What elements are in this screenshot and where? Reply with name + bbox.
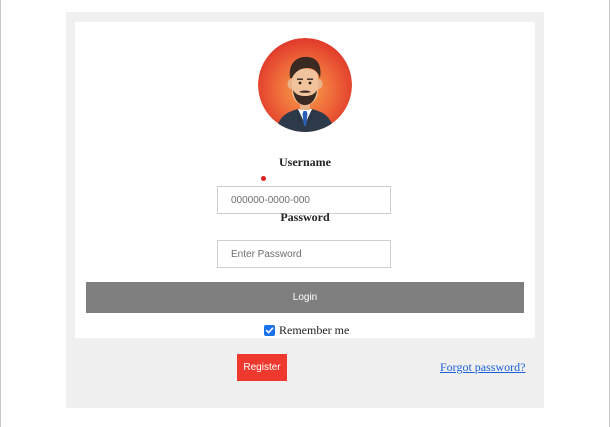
remember-me-row: Remember me — [264, 322, 349, 338]
register-button[interactable]: Register — [237, 354, 287, 381]
forgot-password-link[interactable]: Forgot password? — [440, 360, 525, 375]
remember-me-label[interactable]: Remember me — [279, 323, 349, 338]
user-avatar-icon — [258, 38, 352, 132]
required-indicator — [261, 176, 266, 181]
username-label: Username — [279, 155, 331, 169]
login-button[interactable]: Login — [86, 282, 524, 313]
checkmark-icon — [265, 326, 274, 333]
login-card: Username Password Login Remember me — [75, 22, 535, 338]
login-container: Username Password Login Remember me Regi… — [66, 12, 544, 408]
password-input[interactable] — [217, 240, 391, 268]
remember-me-checkbox[interactable] — [264, 324, 275, 336]
password-label: Password — [280, 210, 330, 224]
